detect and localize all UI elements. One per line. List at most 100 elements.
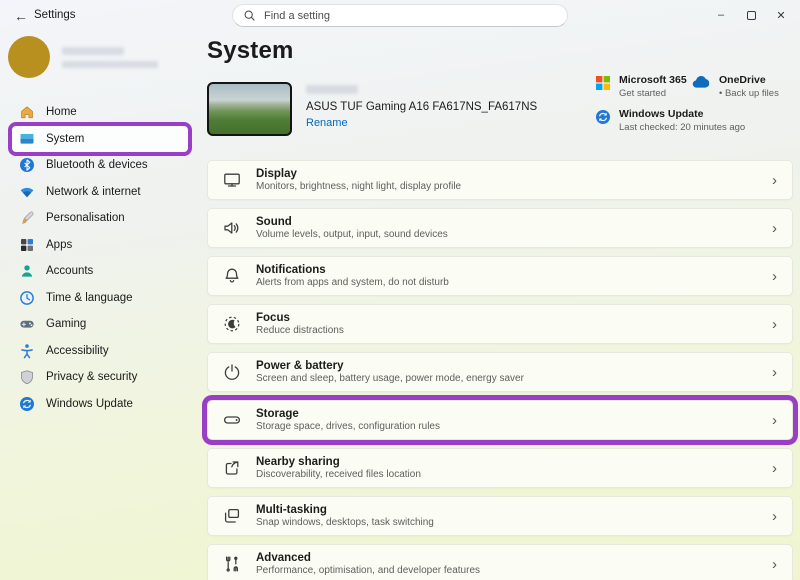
power-icon: [208, 362, 256, 382]
card-title: Advanced: [256, 551, 311, 564]
window-controls: – ✕: [706, 4, 796, 26]
settings-card-sound[interactable]: Sound Volume levels, output, input, soun…: [207, 208, 793, 248]
chevron-right-icon: ›: [772, 507, 777, 525]
microsoft-365-icon: [595, 75, 611, 91]
display-icon: [208, 170, 256, 190]
quick-link-onedrive[interactable]: OneDrive • Back up files: [691, 74, 793, 99]
card-subtitle: Monitors, brightness, night light, displ…: [256, 181, 462, 193]
sidebar-item-label: Gaming: [46, 318, 87, 331]
sidebar-item-label: Time & language: [46, 291, 133, 304]
card-subtitle: Alerts from apps and system, do not dist…: [256, 277, 449, 289]
accessibility-icon: [19, 343, 35, 359]
card-subtitle: Screen and sleep, battery usage, power m…: [256, 373, 524, 385]
settings-card-multi-tasking[interactable]: Multi-tasking Snap windows, desktops, ta…: [207, 496, 793, 536]
sidebar-item-accounts[interactable]: Accounts: [12, 258, 188, 285]
sidebar-item-personalisation[interactable]: Personalisation: [12, 205, 188, 232]
settings-card-power-battery[interactable]: Power & battery Screen and sleep, batter…: [207, 352, 793, 392]
minimize-button[interactable]: –: [706, 4, 736, 26]
gaming-icon: [19, 316, 35, 332]
quick-link-microsoft-365[interactable]: Microsoft 365 Get started: [595, 74, 691, 99]
settings-card-display[interactable]: Display Monitors, brightness, night ligh…: [207, 160, 793, 200]
device-name: ASUS TUF Gaming A16 FA617NS_FA617NS: [306, 101, 538, 113]
card-text: Power & battery Screen and sleep, batter…: [256, 360, 772, 385]
search-input[interactable]: [264, 9, 557, 22]
sidebar-item-network-internet[interactable]: Network & internet: [12, 179, 188, 206]
card-title: Focus: [256, 311, 290, 324]
sidebar-item-privacy-security[interactable]: Privacy & security: [12, 364, 188, 391]
chevron-right-icon: ›: [772, 171, 777, 189]
advanced-icon: [208, 554, 256, 574]
apps-icon: [19, 237, 35, 253]
settings-card-advanced[interactable]: Advanced Performance, optimisation, and …: [207, 544, 793, 580]
settings-card-notifications[interactable]: Notifications Alerts from apps and syste…: [207, 256, 793, 296]
card-text: Nearby sharing Discoverability, received…: [256, 456, 772, 481]
maximize-icon: [746, 10, 756, 20]
chevron-right-icon: ›: [772, 219, 777, 237]
accounts-icon: [19, 263, 35, 279]
personalisation-icon: [19, 210, 35, 226]
card-title: Notifications: [256, 263, 326, 276]
quick-link-title: Windows Update: [619, 108, 704, 120]
sidebar-item-bluetooth-devices[interactable]: Bluetooth & devices: [12, 152, 188, 179]
windows-update-icon: [595, 109, 611, 125]
search-icon: [244, 10, 255, 21]
sidebar: Home System Bluetooth & devices Network …: [0, 32, 200, 580]
maximize-button[interactable]: [736, 4, 766, 26]
chevron-right-icon: ›: [772, 315, 777, 333]
card-subtitle: Reduce distractions: [256, 325, 344, 337]
card-text: Storage Storage space, drives, configura…: [256, 408, 772, 433]
sidebar-item-system-annotated[interactable]: System: [12, 125, 188, 152]
user-text: [62, 46, 158, 68]
chevron-right-icon: ›: [772, 459, 777, 477]
app-title: Settings: [34, 9, 76, 21]
chevron-right-icon: ›: [772, 267, 777, 285]
settings-card-storage[interactable]: Storage Storage space, drives, configura…: [207, 400, 793, 440]
sidebar-item-label: Network & internet: [46, 185, 141, 198]
quick-links: Microsoft 365 Get started OneDrive • Bac…: [595, 74, 793, 133]
quick-link-text: Microsoft 365 Get started: [619, 74, 687, 99]
back-button[interactable]: ←: [8, 6, 34, 26]
card-title: Nearby sharing: [256, 455, 340, 468]
card-title: Storage: [256, 407, 299, 420]
nearby-sharing-icon: [208, 458, 256, 478]
home-icon: [19, 104, 35, 120]
sidebar-item-label: Privacy & security: [46, 371, 138, 384]
quick-link-subtitle: • Back up files: [719, 88, 779, 99]
card-title: Multi-tasking: [256, 503, 327, 516]
sidebar-item-accessibility[interactable]: Accessibility: [12, 338, 188, 365]
quick-link-title: Microsoft 365: [619, 74, 687, 86]
user-account-block[interactable]: [8, 36, 188, 78]
card-subtitle: Discoverability, received files location: [256, 469, 421, 481]
card-title: Power & battery: [256, 359, 344, 372]
network-icon: [19, 184, 35, 200]
chevron-right-icon: ›: [772, 411, 777, 429]
sidebar-item-gaming[interactable]: Gaming: [12, 311, 188, 338]
search-box[interactable]: [232, 4, 568, 27]
bluetooth-icon: [19, 157, 35, 173]
sidebar-item-time-language[interactable]: Time & language: [12, 285, 188, 312]
card-title: Sound: [256, 215, 292, 228]
quick-link-subtitle: Get started: [619, 88, 666, 99]
card-text: Multi-tasking Snap windows, desktops, ta…: [256, 504, 772, 529]
sidebar-item-windows-update[interactable]: Windows Update: [12, 391, 188, 418]
onedrive-icon: [691, 75, 711, 89]
card-text: Focus Reduce distractions: [256, 312, 772, 337]
focus-icon: [208, 314, 256, 334]
rename-link[interactable]: Rename: [306, 117, 348, 129]
avatar[interactable]: [8, 36, 50, 78]
device-header: ASUS TUF Gaming A16 FA617NS_FA617NS Rena…: [207, 74, 793, 138]
card-text: Advanced Performance, optimisation, and …: [256, 552, 772, 577]
device-alias-redacted: [306, 85, 358, 94]
notifications-icon: [208, 266, 256, 286]
settings-card-nearby-sharing[interactable]: Nearby sharing Discoverability, received…: [207, 448, 793, 488]
sidebar-item-apps[interactable]: Apps: [12, 232, 188, 259]
sidebar-item-home[interactable]: Home: [12, 99, 188, 126]
close-button[interactable]: ✕: [766, 4, 796, 26]
sidebar-item-label: Home: [46, 106, 77, 119]
multitasking-icon: [208, 506, 256, 526]
quick-link-title: OneDrive: [719, 74, 766, 86]
quick-link-windows-update[interactable]: Windows Update Last checked: 20 minutes …: [595, 108, 793, 133]
settings-card-focus[interactable]: Focus Reduce distractions ›: [207, 304, 793, 344]
time-language-icon: [19, 290, 35, 306]
card-text: Sound Volume levels, output, input, soun…: [256, 216, 772, 241]
